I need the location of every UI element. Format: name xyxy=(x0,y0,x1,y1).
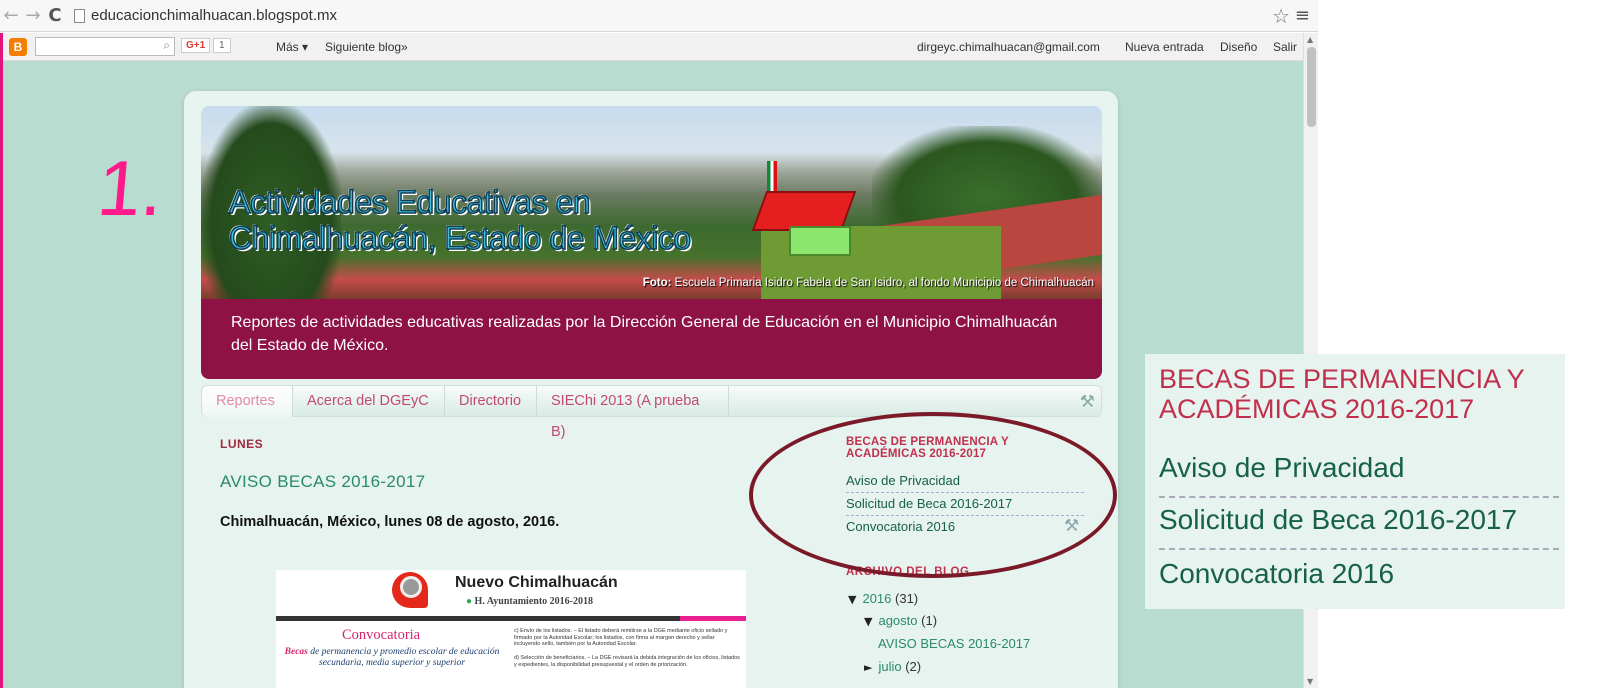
collapse-arrow-icon: ► xyxy=(864,661,873,674)
zoom-link-aviso: Aviso de Privacidad xyxy=(1159,452,1559,498)
more-menu[interactable]: Más ▾ xyxy=(276,40,308,54)
image-small-text-1: c) Envío de los listados. – El listado d… xyxy=(514,628,728,647)
forward-icon[interactable]: → xyxy=(22,5,44,26)
tab-siechi[interactable]: SIEChi 2013 (A prueba B) xyxy=(537,386,729,440)
blog-container: Actividades Educativas en Chimalhuacán, … xyxy=(184,91,1118,688)
blogger-logo-icon[interactable]: B xyxy=(9,38,27,56)
annotation-number: 1. xyxy=(94,144,167,232)
photo-credit: Foto: Escuela Primaria Isidro Fabela de … xyxy=(642,277,1094,289)
blog-description: Reportes de actividades educativas reali… xyxy=(201,299,1102,379)
tab-acerca[interactable]: Acerca del DGEyC xyxy=(293,386,445,417)
archive-month-julio[interactable]: ► julio (2) xyxy=(864,659,921,674)
new-post-link[interactable]: Nueva entrada xyxy=(1125,40,1204,54)
scrollbar-thumb[interactable] xyxy=(1307,47,1316,127)
zoom-callout: BECAS DE PERMANENCIA Y ACADÉMICAS 2016-2… xyxy=(1145,354,1565,609)
menu-icon[interactable]: ≡ xyxy=(1295,5,1310,26)
tab-reportes[interactable]: Reportes xyxy=(202,386,293,417)
expand-arrow-icon: ▼ xyxy=(864,615,873,628)
highlight-circle xyxy=(749,412,1117,578)
header-banner[interactable]: Actividades Educativas en Chimalhuacán, … xyxy=(201,106,1102,299)
zoom-title: BECAS DE PERMANENCIA Y ACADÉMICAS 2016-2… xyxy=(1159,364,1525,424)
blog-page: B ⌕ G+1 1 Más ▾ Siguiente blog» dirgeyc.… xyxy=(0,33,1303,688)
blogger-navbar: B ⌕ G+1 1 Más ▾ Siguiente blog» dirgeyc.… xyxy=(3,33,1303,61)
blog-search-input[interactable]: ⌕ xyxy=(35,37,175,56)
sign-out-link[interactable]: Salir xyxy=(1273,40,1297,54)
image-brand: Nuevo Chimalhuacán xyxy=(455,574,618,591)
next-blog-link[interactable]: Siguiente blog» xyxy=(325,40,408,54)
url-text: educacionchimalhuacan.blogspot.mx xyxy=(91,7,337,24)
zoom-link-solicitud: Solicitud de Beca 2016-2017 xyxy=(1159,504,1559,550)
image-heading: Convocatoria xyxy=(342,627,421,643)
expand-arrow-icon: ▼ xyxy=(848,593,857,606)
post-title[interactable]: AVISO BECAS 2016-2017 xyxy=(220,472,425,492)
page-tabs: Reportes Acerca del DGEyC Directorio SIE… xyxy=(201,385,1102,440)
gplus-button[interactable]: G+1 xyxy=(181,38,211,53)
zoom-link-convocatoria: Convocatoria 2016 xyxy=(1159,558,1395,589)
search-icon[interactable]: ⌕ xyxy=(163,38,170,53)
image-small-text-2: d) Selección de beneficiarios. – La DGE … xyxy=(514,655,740,668)
browser-toolbar: ← → C educacionchimalhuacan.blogspot.mx … xyxy=(0,0,1318,32)
reload-icon[interactable]: C xyxy=(44,5,66,26)
edit-tools-icon[interactable]: ⚒ xyxy=(1080,392,1095,412)
post-date-header: LUNES xyxy=(220,437,264,451)
bookmark-star-icon[interactable]: ☆ xyxy=(1272,4,1290,28)
archive-month-agosto[interactable]: ▼ agosto (1) xyxy=(864,613,937,628)
account-email[interactable]: dirgeyc.chimalhuacan@gmail.com xyxy=(917,40,1100,54)
address-bar[interactable]: educacionchimalhuacan.blogspot.mx xyxy=(74,7,337,24)
page-icon xyxy=(74,8,85,23)
post-body-text: Chimalhuacán, México, lunes 08 de agosto… xyxy=(220,514,560,530)
mexico-flag-icon xyxy=(767,161,777,195)
archive-year-2016[interactable]: ▼ 2016 (31) xyxy=(848,591,918,606)
design-link[interactable]: Diseño xyxy=(1220,40,1257,54)
archive-post-link[interactable]: AVISO BECAS 2016-2017 xyxy=(878,636,1030,651)
scroll-down-icon[interactable]: ▼ xyxy=(1307,677,1313,686)
gplus-count: 1 xyxy=(213,38,231,53)
tab-directorio[interactable]: Directorio xyxy=(445,386,537,417)
image-becas-text: Becas de permanencia y promedio escolar … xyxy=(284,647,500,668)
back-icon[interactable]: ← xyxy=(0,5,22,26)
image-divider xyxy=(276,616,746,621)
school-house-icon xyxy=(751,161,859,261)
post-image[interactable]: Nuevo Chimalhuacán ● H. Ayuntamiento 201… xyxy=(276,570,746,688)
blog-title[interactable]: Actividades Educativas en Chimalhuacán, … xyxy=(228,183,692,257)
scroll-up-icon[interactable]: ▲ xyxy=(1307,35,1313,44)
image-subtitle: ● H. Ayuntamiento 2016-2018 xyxy=(466,596,593,607)
